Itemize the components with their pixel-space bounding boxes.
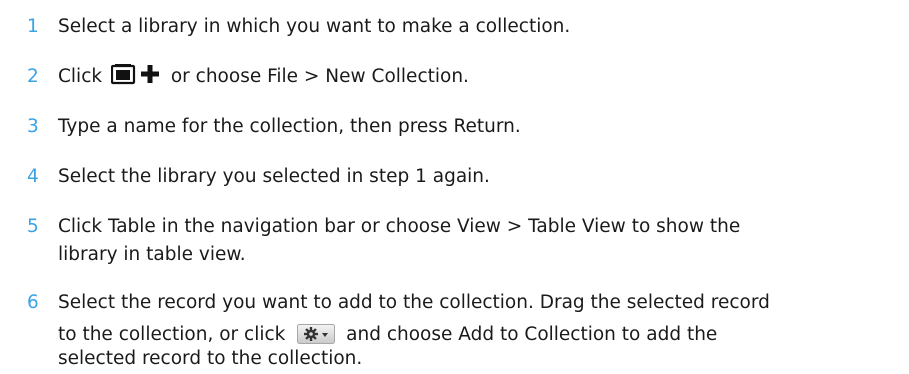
action-gear-icon	[297, 324, 336, 344]
step-text-before-icon: to the collection, or click	[58, 324, 292, 345]
step-text-after-icon: or choose File > New Collection.	[164, 66, 469, 87]
step-text: Click or choose File > New Collection.	[58, 62, 898, 92]
instruction-steps: 1 Select a library in which you want to …	[0, 0, 909, 369]
step-text: Select a library in which you want to ma…	[58, 16, 571, 37]
step-text: Type a name for the collection, then pre…	[58, 116, 521, 137]
step-text-after-icon: and choose Add to Collection to add the	[340, 324, 718, 345]
step-text-line-3: selected record to the collection.	[58, 348, 363, 369]
step-text: Select the library you selected in step …	[58, 166, 490, 187]
step-text-line-2: library in table view.	[58, 244, 246, 265]
step-number: 2	[27, 66, 39, 87]
step-number: 4	[27, 166, 39, 187]
step-text-line-1: Click Table in the navigation bar or cho…	[58, 216, 741, 237]
step-number: 6	[27, 292, 39, 313]
step-number: 1	[27, 16, 39, 37]
step-number: 5	[27, 216, 39, 237]
step-text-line-1: Select the record you want to add to the…	[58, 292, 770, 313]
new-collection-icon	[110, 63, 161, 85]
step-number: 3	[27, 116, 39, 137]
step-text-before-icon: Click	[58, 66, 108, 87]
